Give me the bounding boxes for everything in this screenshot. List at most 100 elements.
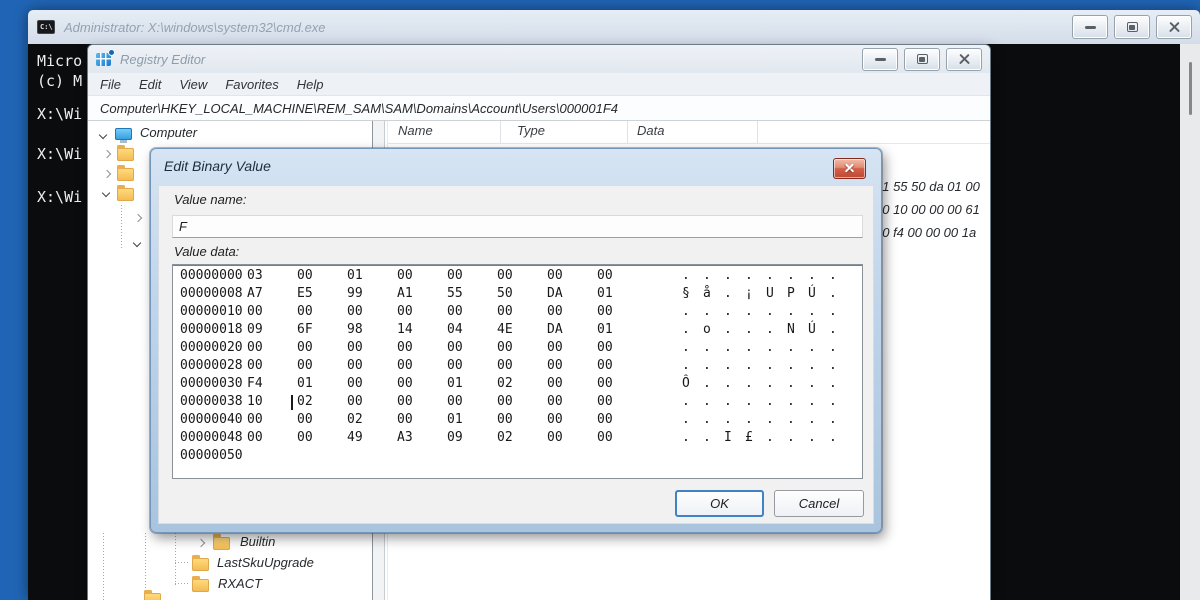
menu-help[interactable]: Help: [297, 77, 324, 92]
tree-guide-line: [175, 583, 190, 584]
hex-byte: 55: [447, 286, 463, 301]
data-value-fragment[interactable]: 00 f4 00 00 00 1a: [875, 225, 976, 240]
tree-item-rxact[interactable]: RXACT: [218, 576, 262, 591]
tree-expander-icon[interactable]: [103, 150, 111, 158]
tree-expander-icon[interactable]: [103, 170, 111, 178]
hex-ascii: .: [766, 430, 774, 445]
hex-byte: 03: [247, 268, 263, 283]
hex-ascii: .: [703, 340, 711, 355]
value-name-text: F: [179, 219, 187, 234]
hex-ascii: .: [724, 394, 732, 409]
folder-icon[interactable]: [192, 579, 209, 592]
menu-favorites[interactable]: Favorites: [225, 77, 278, 92]
tree-expander-icon[interactable]: [133, 239, 141, 247]
hex-offset: 00000018: [180, 322, 243, 337]
hex-byte: 00: [597, 430, 613, 445]
hex-ascii: .: [787, 358, 795, 373]
regedit-titlebar[interactable]: Registry Editor: [88, 45, 990, 73]
hex-byte: 00: [347, 394, 363, 409]
regedit-icon: [96, 53, 111, 66]
hex-byte: 00: [297, 358, 313, 373]
cancel-button[interactable]: Cancel: [774, 490, 864, 517]
close-icon: [958, 53, 971, 66]
hex-byte: 00: [347, 376, 363, 391]
close-icon: [1168, 21, 1181, 34]
ok-button[interactable]: OK: [675, 490, 764, 517]
menu-view[interactable]: View: [179, 77, 207, 92]
folder-icon[interactable]: [144, 593, 161, 600]
folder-icon[interactable]: [117, 188, 134, 201]
tree-item-lastskuupgrade[interactable]: LastSkuUpgrade: [217, 555, 314, 570]
cmd-maximize-button[interactable]: [1114, 15, 1150, 39]
hex-editor[interactable]: 000000000300010000000000........00000008…: [172, 264, 863, 479]
hex-byte: 00: [397, 358, 413, 373]
hex-byte: 00: [497, 412, 513, 427]
hex-ascii: .: [745, 340, 753, 355]
hex-byte: 00: [547, 358, 563, 373]
hex-ascii: Ô: [682, 376, 690, 391]
cmd-minimize-button[interactable]: [1072, 15, 1108, 39]
folder-icon[interactable]: [213, 537, 230, 550]
cmd-close-button[interactable]: [1156, 15, 1192, 39]
tree-item-computer[interactable]: Computer: [140, 125, 197, 140]
hex-byte: 00: [497, 358, 513, 373]
tree-expander-icon[interactable]: [102, 189, 110, 197]
hex-ascii: .: [829, 430, 837, 445]
folder-icon[interactable]: [192, 558, 209, 571]
hex-byte: 00: [597, 340, 613, 355]
hex-byte: 00: [297, 268, 313, 283]
column-header-data[interactable]: Data: [637, 123, 664, 138]
cmd-titlebar[interactable]: C:\ Administrator: X:\windows\system32\c…: [28, 10, 1200, 44]
cmd-scrollbar-thumb[interactable]: [1189, 62, 1192, 115]
dialog-close-button[interactable]: [833, 158, 866, 179]
tree-expander-icon[interactable]: [134, 214, 142, 222]
hex-byte: 00: [347, 304, 363, 319]
tree-expander-icon[interactable]: [197, 539, 205, 547]
hex-ascii: å: [703, 286, 711, 301]
hex-byte: 00: [447, 394, 463, 409]
tree-guide-line: [103, 533, 104, 600]
hex-ascii: .: [682, 304, 690, 319]
regedit-address-bar[interactable]: Computer\HKEY_LOCAL_MACHINE\REM_SAM\SAM\…: [88, 96, 990, 121]
column-divider[interactable]: [627, 121, 628, 143]
regedit-menubar: File Edit View Favorites Help: [88, 73, 990, 96]
regedit-maximize-button[interactable]: [904, 48, 940, 71]
menu-file[interactable]: File: [100, 77, 121, 92]
hex-ascii: .: [703, 358, 711, 373]
hex-ascii: .: [745, 412, 753, 427]
hex-ascii: .: [766, 376, 774, 391]
hex-ascii: .: [682, 322, 690, 337]
data-value-fragment[interactable]: a1 55 50 da 01 00: [875, 179, 980, 194]
cmd-icon: C:\: [37, 20, 55, 34]
column-header-name[interactable]: Name: [398, 123, 433, 138]
value-name-field[interactable]: F: [172, 215, 863, 238]
hex-ascii: .: [829, 268, 837, 283]
computer-icon[interactable]: [115, 128, 132, 140]
hex-byte: 00: [547, 304, 563, 319]
hex-ascii: .: [703, 376, 711, 391]
hex-ascii: .: [787, 304, 795, 319]
column-divider[interactable]: [757, 121, 758, 143]
hex-ascii: .: [766, 322, 774, 337]
hex-byte: 00: [347, 358, 363, 373]
tree-guide-line: [121, 205, 122, 248]
hex-byte: 99: [347, 286, 363, 301]
hex-byte: A3: [397, 430, 413, 445]
dialog-body: Value name: F Value data: 00000000030001…: [158, 185, 874, 524]
column-header-type[interactable]: Type: [517, 123, 545, 138]
tree-expander-computer[interactable]: [99, 131, 107, 139]
hex-ascii: .: [682, 412, 690, 427]
regedit-minimize-button[interactable]: [862, 48, 898, 71]
folder-icon[interactable]: [117, 148, 134, 161]
data-value-fragment[interactable]: 00 10 00 00 00 61: [875, 202, 980, 217]
column-divider[interactable]: [500, 121, 501, 143]
hex-offset: 00000038: [180, 394, 243, 409]
hex-ascii: .: [682, 394, 690, 409]
tree-item-builtin[interactable]: Builtin: [240, 534, 275, 549]
cmd-scrollbar[interactable]: [1180, 44, 1200, 600]
hex-byte: F4: [247, 376, 263, 391]
folder-icon[interactable]: [117, 168, 134, 181]
regedit-close-button[interactable]: [946, 48, 982, 71]
hex-byte: 00: [397, 376, 413, 391]
menu-edit[interactable]: Edit: [139, 77, 161, 92]
